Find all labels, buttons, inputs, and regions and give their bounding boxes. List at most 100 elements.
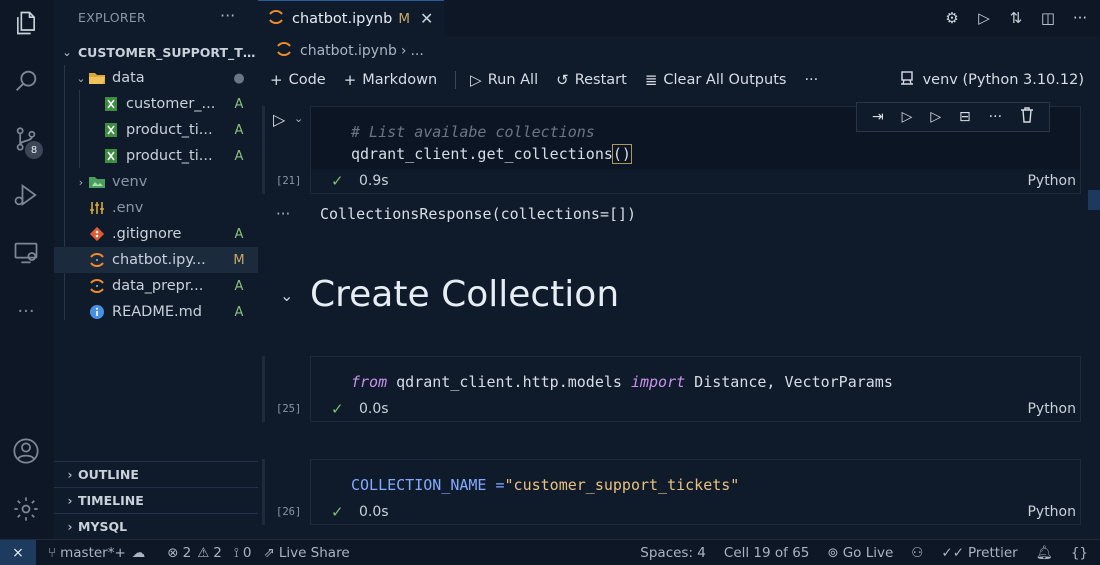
- scrollbar-marker[interactable]: [1088, 190, 1100, 210]
- chevron-down-icon: ⌄: [62, 45, 72, 59]
- tree-item-data-prep-notebook[interactable]: data_prepr... A: [54, 273, 258, 299]
- tree-root-folder[interactable]: ⌄ CUSTOMER_SUPPORT_TI...: [54, 39, 258, 65]
- jupyter-icon: [268, 9, 284, 29]
- remote-explorer-icon[interactable]: [11, 238, 41, 268]
- breadcrumb-separator: ›: [400, 43, 407, 59]
- search-icon[interactable]: [11, 66, 41, 96]
- more-icon[interactable]: ···: [989, 109, 1002, 125]
- run-debug-icon[interactable]: [11, 180, 41, 210]
- more-actions-icon[interactable]: ···: [1070, 8, 1090, 28]
- cell-output: CollectionsResponse(collections=[]): [320, 205, 637, 223]
- execution-count: [26]: [276, 506, 302, 518]
- account-icon[interactable]: [11, 436, 41, 466]
- tab-chatbot[interactable]: chatbot.ipynb M ✕: [258, 0, 444, 36]
- broadcast-icon: ⊚: [827, 545, 839, 561]
- gear-icon[interactable]: [11, 494, 41, 524]
- settings-sliders-icon: [88, 199, 106, 217]
- remote-button[interactable]: ⨯: [0, 539, 36, 565]
- cell-toolbar: ⇥ ▷ ▷ ⊟ ···: [856, 102, 1050, 132]
- explorer-more-button[interactable]: ···: [220, 6, 235, 25]
- spreadsheet-icon: [102, 95, 120, 113]
- toolbar-divider: [455, 71, 457, 89]
- code-cell[interactable]: COLLECTION_NAME ="customer_support_ticke…: [310, 459, 1081, 525]
- tree-item-env-file[interactable]: .env: [54, 195, 258, 221]
- branch-icon: ⑂: [48, 544, 57, 561]
- execute-above-icon[interactable]: ⇥: [872, 109, 884, 125]
- plus-icon: +: [343, 71, 357, 89]
- ports-indicator[interactable]: ⟟ 0: [234, 545, 252, 561]
- explorer-sidebar: EXPLORER ··· ⌄ CUSTOMER_SUPPORT_TI... ⌄ …: [54, 0, 258, 539]
- tree-item-gitignore[interactable]: .gitignore A: [54, 221, 258, 247]
- tree-item-file[interactable]: customer_... A: [54, 91, 258, 117]
- chevron-right-icon: ›: [78, 175, 84, 189]
- output-more-button[interactable]: ···: [276, 205, 290, 223]
- live-share-button[interactable]: ⇗ Live Share: [264, 545, 350, 561]
- toolbar-more-button[interactable]: ···: [804, 72, 818, 88]
- add-markdown-button[interactable]: + Markdown: [344, 71, 437, 89]
- run-above-icon[interactable]: ▷: [902, 109, 913, 125]
- indentation-indicator[interactable]: Spaces: 4: [640, 545, 706, 561]
- check-all-icon: ✓✓: [941, 545, 965, 561]
- problems-indicator[interactable]: ⊗ 2 ⚠ 2: [167, 545, 222, 561]
- run-all-button[interactable]: ▷ Run All: [470, 71, 538, 89]
- cell-language[interactable]: Python: [1027, 173, 1076, 189]
- scm-badge: 8: [25, 141, 43, 159]
- timeline-section[interactable]: › TIMELINE: [54, 487, 258, 513]
- notebook-toolbar: + Code + Markdown ▷ Run All ↺ Restart ≣ Clear…: [258, 66, 1100, 94]
- cell-status-bar: ✓ 0.0s Python: [331, 503, 1076, 521]
- close-tab-button[interactable]: ✕: [420, 9, 433, 28]
- split-editor-icon[interactable]: ◫: [1038, 8, 1058, 28]
- execution-count: [25]: [276, 403, 302, 415]
- tree-item-data-folder[interactable]: ⌄ data ●: [54, 65, 258, 91]
- clear-outputs-button[interactable]: ≣ Clear All Outputs: [645, 71, 787, 89]
- trash-icon[interactable]: [1020, 107, 1034, 127]
- go-live-button[interactable]: ⊚ Go Live: [827, 545, 893, 561]
- more-icon[interactable]: ···: [11, 296, 41, 326]
- gear-icon[interactable]: ⚙: [942, 8, 962, 28]
- chevron-right-icon: ›: [67, 467, 73, 482]
- tree-item-chatbot-notebook[interactable]: chatbot.ipy... M: [54, 247, 258, 273]
- explorer-icon[interactable]: [11, 8, 41, 38]
- status-bar: ⨯ ⑂ master*+ ☁ ⊗ 2 ⚠ 2 ⟟ 0 ⇗ Live Share Spaces:…: [0, 539, 1100, 565]
- compare-icon[interactable]: ⇅: [1006, 8, 1026, 28]
- tree-item-file[interactable]: product_ti... A: [54, 143, 258, 169]
- cell-language[interactable]: Python: [1027, 401, 1076, 417]
- run-cell-button[interactable]: ▷: [273, 110, 285, 129]
- plus-icon: +: [270, 71, 283, 89]
- mysql-section[interactable]: › MYSQL: [54, 513, 258, 539]
- restart-button[interactable]: ↺ Restart: [556, 71, 627, 89]
- sync-icon: ☁: [131, 544, 146, 561]
- cell-indicator[interactable]: Cell 19 of 65: [724, 545, 809, 561]
- kernel-icon: [899, 70, 915, 90]
- restart-icon: ↺: [556, 71, 569, 89]
- cell-status-bar: ✓ 0.9s Python: [331, 172, 1076, 190]
- breadcrumb-more[interactable]: ...: [410, 43, 423, 59]
- tree-item-venv-folder[interactable]: › venv: [54, 169, 258, 195]
- breadcrumb-file[interactable]: chatbot.ipynb: [300, 43, 397, 59]
- tree-item-file[interactable]: product_ti... A: [54, 117, 258, 143]
- tree-item-readme[interactable]: README.md A: [54, 299, 258, 325]
- split-cell-icon[interactable]: ⊟: [959, 109, 971, 125]
- bell-icon[interactable]: 🔔︎: [1036, 545, 1053, 561]
- check-icon: ✓: [331, 503, 344, 521]
- kernel-picker[interactable]: venv (Python 3.10.12): [899, 66, 1084, 94]
- run-icon[interactable]: ▷: [974, 8, 994, 28]
- spreadsheet-icon: [102, 121, 120, 139]
- error-icon: ⊗: [167, 544, 179, 561]
- clear-icon: ≣: [644, 71, 658, 89]
- chevron-down-icon[interactable]: ⌄: [294, 112, 303, 125]
- chevron-right-icon: ›: [67, 519, 73, 534]
- prettier-button[interactable]: ✓✓ Prettier: [941, 545, 1017, 561]
- add-code-button[interactable]: + Code: [270, 71, 326, 89]
- braces-icon[interactable]: {}: [1071, 545, 1088, 561]
- code-cell[interactable]: from qdrant_client.http.models import Di…: [310, 356, 1081, 422]
- jupyter-icon: [276, 41, 292, 61]
- run-below-icon[interactable]: ▷: [930, 109, 941, 125]
- copilot-icon[interactable]: ⚇: [911, 545, 923, 561]
- outline-section[interactable]: › OUTLINE: [54, 461, 258, 487]
- git-icon: [88, 225, 106, 243]
- branch-indicator[interactable]: ⑂ master*+ ☁: [48, 545, 149, 561]
- chevron-down-icon[interactable]: ⌄: [280, 286, 293, 305]
- explorer-title: EXPLORER: [78, 10, 147, 25]
- cell-language[interactable]: Python: [1027, 504, 1076, 520]
